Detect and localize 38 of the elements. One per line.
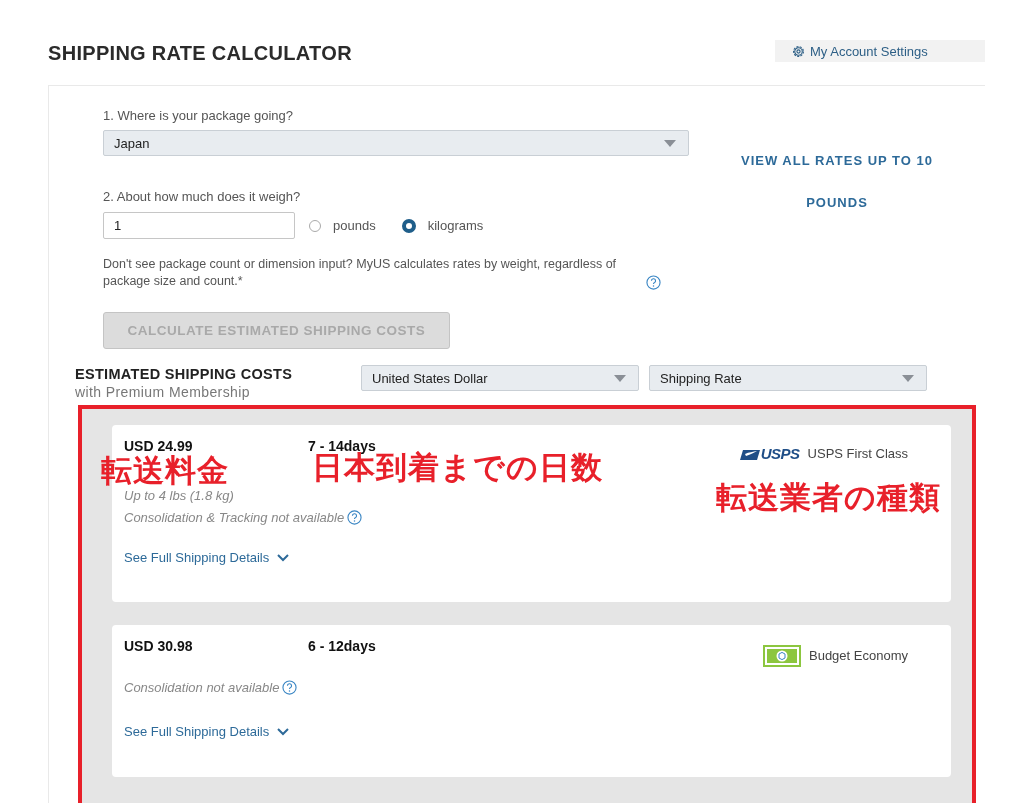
weight-label: 2. About how much does it weigh? (103, 189, 302, 205)
view-all-rates-link[interactable]: VIEW ALL RATES UP TO 10 POUNDS (732, 140, 942, 224)
caret-icon (614, 374, 626, 382)
destination-label: 1. Where is your package going? (103, 108, 295, 124)
help-icon[interactable] (347, 510, 363, 525)
shipping-price: USD 30.98 (124, 637, 194, 655)
usps-logo: USPS (739, 445, 800, 463)
help-icon[interactable] (646, 275, 661, 290)
shipping-details-link[interactable]: See Full Shipping Details (124, 549, 290, 567)
help-icon[interactable] (282, 680, 298, 695)
availability-note: Consolidation not available (124, 680, 280, 695)
caret-icon (902, 374, 914, 382)
shipping-details-link[interactable]: See Full Shipping Details (124, 723, 290, 741)
package-icon (763, 645, 801, 667)
delivery-days: 6 - 12days (308, 637, 376, 655)
chevron-down-icon (277, 728, 290, 736)
availability-note: Consolidation & Tracking not available (124, 510, 345, 525)
annotation-label: 転送料金 (101, 453, 229, 487)
destination-dropdown[interactable]: Japan (103, 130, 689, 156)
dimension-note: Don't see package count or dimension input? MyUS calculates rates by weight, regardless of package size and count.* (103, 256, 618, 290)
carrier-name: USPS First Class (807, 445, 908, 463)
sort-dropdown[interactable]: Shipping Rate (649, 365, 927, 391)
unit-radio[interactable]: pounds (309, 218, 376, 233)
chevron-down-icon (277, 554, 290, 562)
delivery-days: 7 - 14days (308, 437, 376, 455)
currency-dropdown[interactable]: United States Dollar (361, 365, 639, 391)
shipping-price: USD 24.99 (124, 437, 194, 455)
page-title: SHIPPING RATE CALCULATOR (48, 41, 352, 66)
weight-limit: Up to 4 lbs (1.8 kg) (124, 488, 234, 503)
results-subtitle: with Premium Membership (75, 383, 251, 401)
settings-icon (791, 43, 806, 59)
account-settings-link[interactable]: My Account Settings (775, 40, 985, 62)
unit-radio[interactable]: kilograms (401, 218, 484, 233)
results-title: ESTIMATED SHIPPING COSTS (75, 365, 294, 383)
weight-input[interactable]: 1 (103, 212, 295, 239)
annotation-label: 転送業者の種類 (716, 480, 941, 514)
caret-icon (664, 139, 676, 147)
carrier-name: Budget Economy (809, 647, 908, 665)
